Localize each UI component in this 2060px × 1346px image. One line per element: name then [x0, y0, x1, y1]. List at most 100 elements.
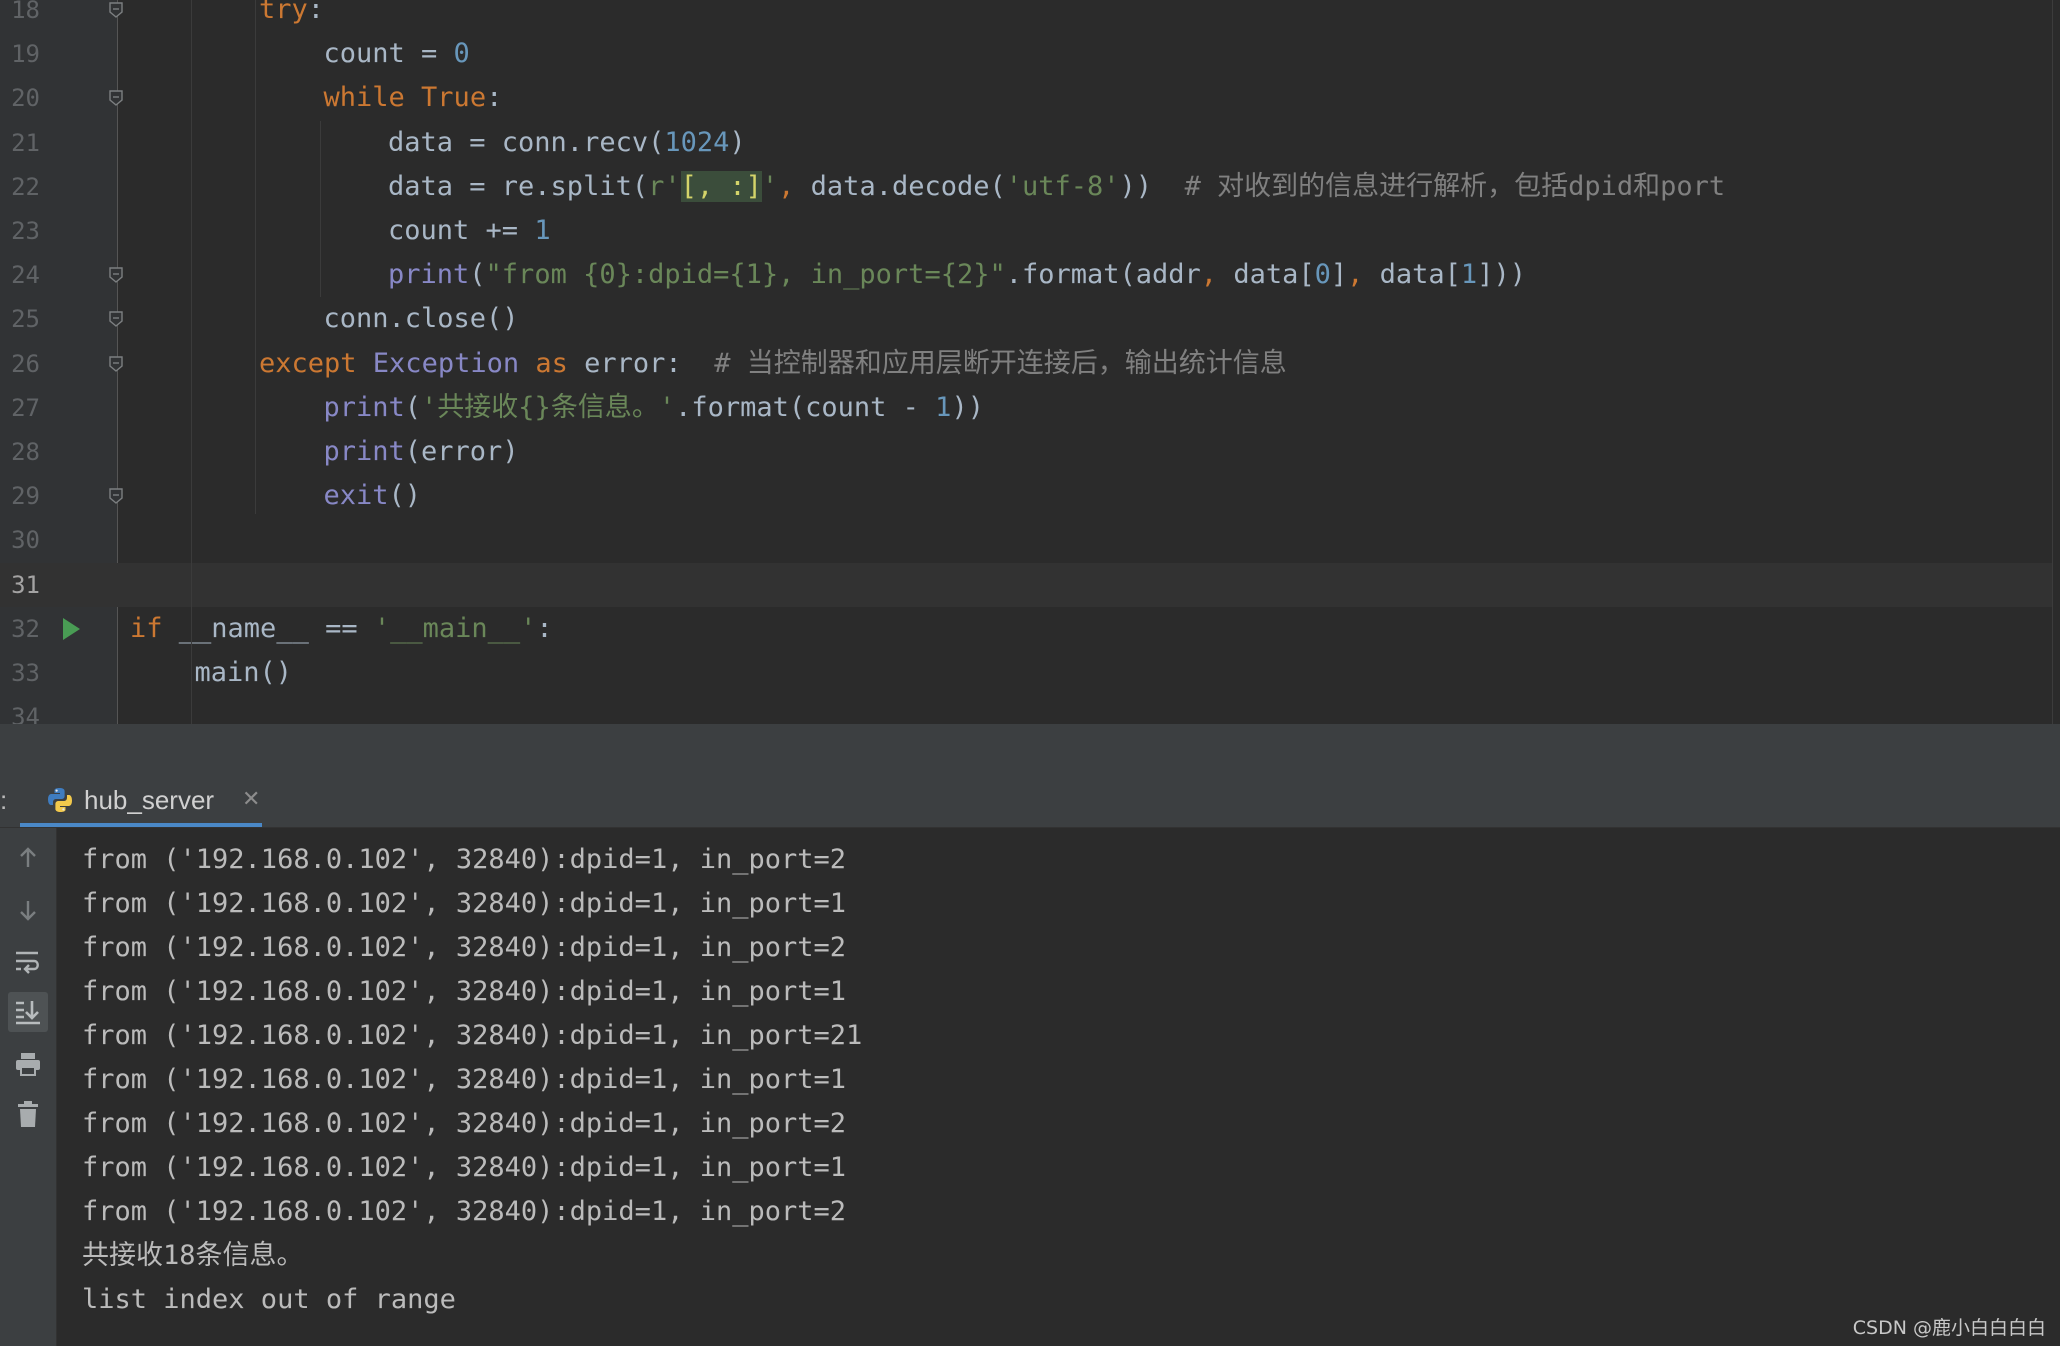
code-text: if __name__ == '__main__': [130, 607, 553, 651]
code-line[interactable]: 34 [0, 695, 2052, 725]
console-line: from ('192.168.0.102', 32840):dpid=1, in… [82, 1108, 847, 1139]
scroll-to-end-icon[interactable] [8, 992, 48, 1032]
code-text: data = re.split(r'[, :]', data.decode('u… [388, 165, 1725, 209]
indent-guide [255, 0, 256, 515]
code-token: 0 [453, 38, 470, 70]
arrow-up-icon[interactable] [8, 838, 48, 878]
line-number: 30 [11, 526, 40, 555]
python-icon [48, 788, 72, 812]
line-number: 19 [11, 40, 40, 69]
line-number: 26 [11, 349, 40, 378]
code-line[interactable]: 18 try: [0, 0, 2052, 32]
print-icon[interactable] [8, 1044, 48, 1084]
code-token: print [323, 436, 405, 467]
active-tab-indicator [20, 823, 262, 827]
fold-marker-icon[interactable] [109, 2, 123, 18]
tab-label: hub_server [84, 785, 215, 815]
console-line: list index out of range [82, 1284, 456, 1315]
code-line[interactable]: 30 [0, 518, 2052, 562]
code-token: while [323, 82, 422, 114]
editor-scrollbar[interactable] [2052, 0, 2060, 725]
code-text: print(error) [324, 430, 519, 474]
code-token: count = [323, 38, 454, 70]
console-line: from ('192.168.0.102', 32840):dpid=1, in… [82, 1064, 847, 1095]
console-line: from ('192.168.0.102', 32840):dpid=1, in… [82, 1196, 847, 1227]
code-token: : [486, 82, 503, 114]
code-text: except Exception as error: # 当控制器和应用层断开连… [259, 342, 1287, 386]
code-token: exit [323, 480, 389, 512]
code-line[interactable]: 27 print('共接收{}条信息。'.format(count - 1)) [0, 386, 2052, 430]
code-token: "from {0}:dpid={1}, in_port={2}" [485, 259, 1006, 291]
code-token: data = conn.recv( [388, 126, 665, 158]
indent-guide [319, 120, 321, 298]
console-line: from ('192.168.0.102', 32840):dpid=1, in… [82, 844, 847, 875]
line-number: 21 [11, 128, 40, 157]
code-line[interactable]: 19 count = 0 [0, 32, 2052, 76]
fold-marker-icon[interactable] [109, 90, 123, 107]
panel-splitter[interactable] [0, 725, 2060, 773]
run-panel-prefix: : [0, 785, 8, 815]
code-line[interactable]: 22 data = re.split(r'[, :]', data.decode(… [0, 165, 2052, 209]
code-token: data[ [1379, 259, 1461, 291]
code-token: True [421, 82, 487, 114]
code-token: except [259, 347, 373, 379]
code-line[interactable]: 32 if __name__ == '__main__': [0, 607, 2052, 651]
code-token: __name__ == [178, 612, 374, 644]
code-token: data.decode( [810, 170, 1006, 202]
code-token: main() [194, 657, 293, 688]
code-token: , [1200, 259, 1234, 291]
code-line[interactable]: 20 while True: [0, 76, 2052, 120]
code-token: if [130, 612, 179, 644]
code-text: count = 0 [324, 32, 470, 76]
tab-hub-server[interactable]: hub_server ✕ [20, 773, 262, 827]
line-number: 28 [11, 438, 40, 466]
code-line[interactable]: 21 data = conn.recv(1024) [0, 121, 2052, 165]
code-token: 0 [1314, 259, 1331, 291]
fold-marker-icon[interactable] [109, 488, 123, 505]
line-number: 25 [11, 305, 40, 334]
line-number: 29 [11, 482, 40, 511]
console-line: from ('192.168.0.102', 32840):dpid=1, in… [82, 932, 847, 963]
console-output[interactable]: from ('192.168.0.102', 32840):dpid=1, in… [57, 828, 2060, 1346]
code-token: conn.close() [323, 303, 519, 335]
watermark: CSDN @鹿小白白白白 [1852, 1317, 2046, 1339]
code-token: as [535, 347, 585, 379]
trash-icon[interactable] [8, 1094, 48, 1134]
code-editor[interactable]: 18 try: 19 count = 0 20 while True: 21 data = c… [0, 0, 2060, 725]
code-line[interactable]: 24 print("from {0}:dpid={1}, in_port={2}"… [0, 253, 2052, 297]
code-token: ( [469, 259, 486, 291]
code-line[interactable]: 33 main() [0, 651, 2052, 695]
fold-marker-icon[interactable] [109, 311, 123, 328]
code-line[interactable]: 26 except Exception as error: # 当控制器和应用层断… [0, 342, 2052, 386]
fold-marker-icon[interactable] [109, 267, 123, 284]
code-text: data = conn.recv(1024) [388, 121, 746, 165]
line-number: 20 [11, 84, 40, 113]
code-token: () [388, 480, 422, 512]
code-line[interactable]: 25 conn.close() [0, 297, 2052, 341]
code-token: ) [729, 126, 746, 158]
close-icon[interactable]: ✕ [242, 773, 260, 827]
arrow-down-icon[interactable] [8, 890, 48, 930]
code-line[interactable]: 29 exit() [0, 474, 2052, 518]
code-token: '__main__' [373, 612, 537, 644]
line-number: 22 [11, 172, 40, 201]
line-number: 18 [11, 0, 40, 24]
code-line[interactable]: 23 count += 1 [0, 209, 2052, 253]
soft-wrap-icon[interactable] [8, 942, 48, 982]
code-token: print [388, 259, 470, 291]
line-number: 33 [11, 659, 40, 687]
code-token: [, :] [680, 170, 762, 202]
fold-marker-icon[interactable] [109, 355, 123, 372]
code-token: 1 [534, 215, 551, 246]
code-text: conn.close() [324, 297, 519, 341]
code-token: ' [761, 170, 779, 202]
code-token: 1024 [664, 126, 730, 158]
code-token: : [307, 0, 325, 25]
code-token: try [259, 0, 308, 25]
run-icon[interactable] [63, 617, 80, 640]
code-token: )) [951, 391, 984, 423]
code-line[interactable]: 31 [0, 562, 2052, 607]
console-line: from ('192.168.0.102', 32840):dpid=1, in… [82, 1152, 847, 1183]
code-line[interactable]: 28 print(error) [0, 430, 2052, 474]
line-number: 32 [11, 614, 40, 643]
